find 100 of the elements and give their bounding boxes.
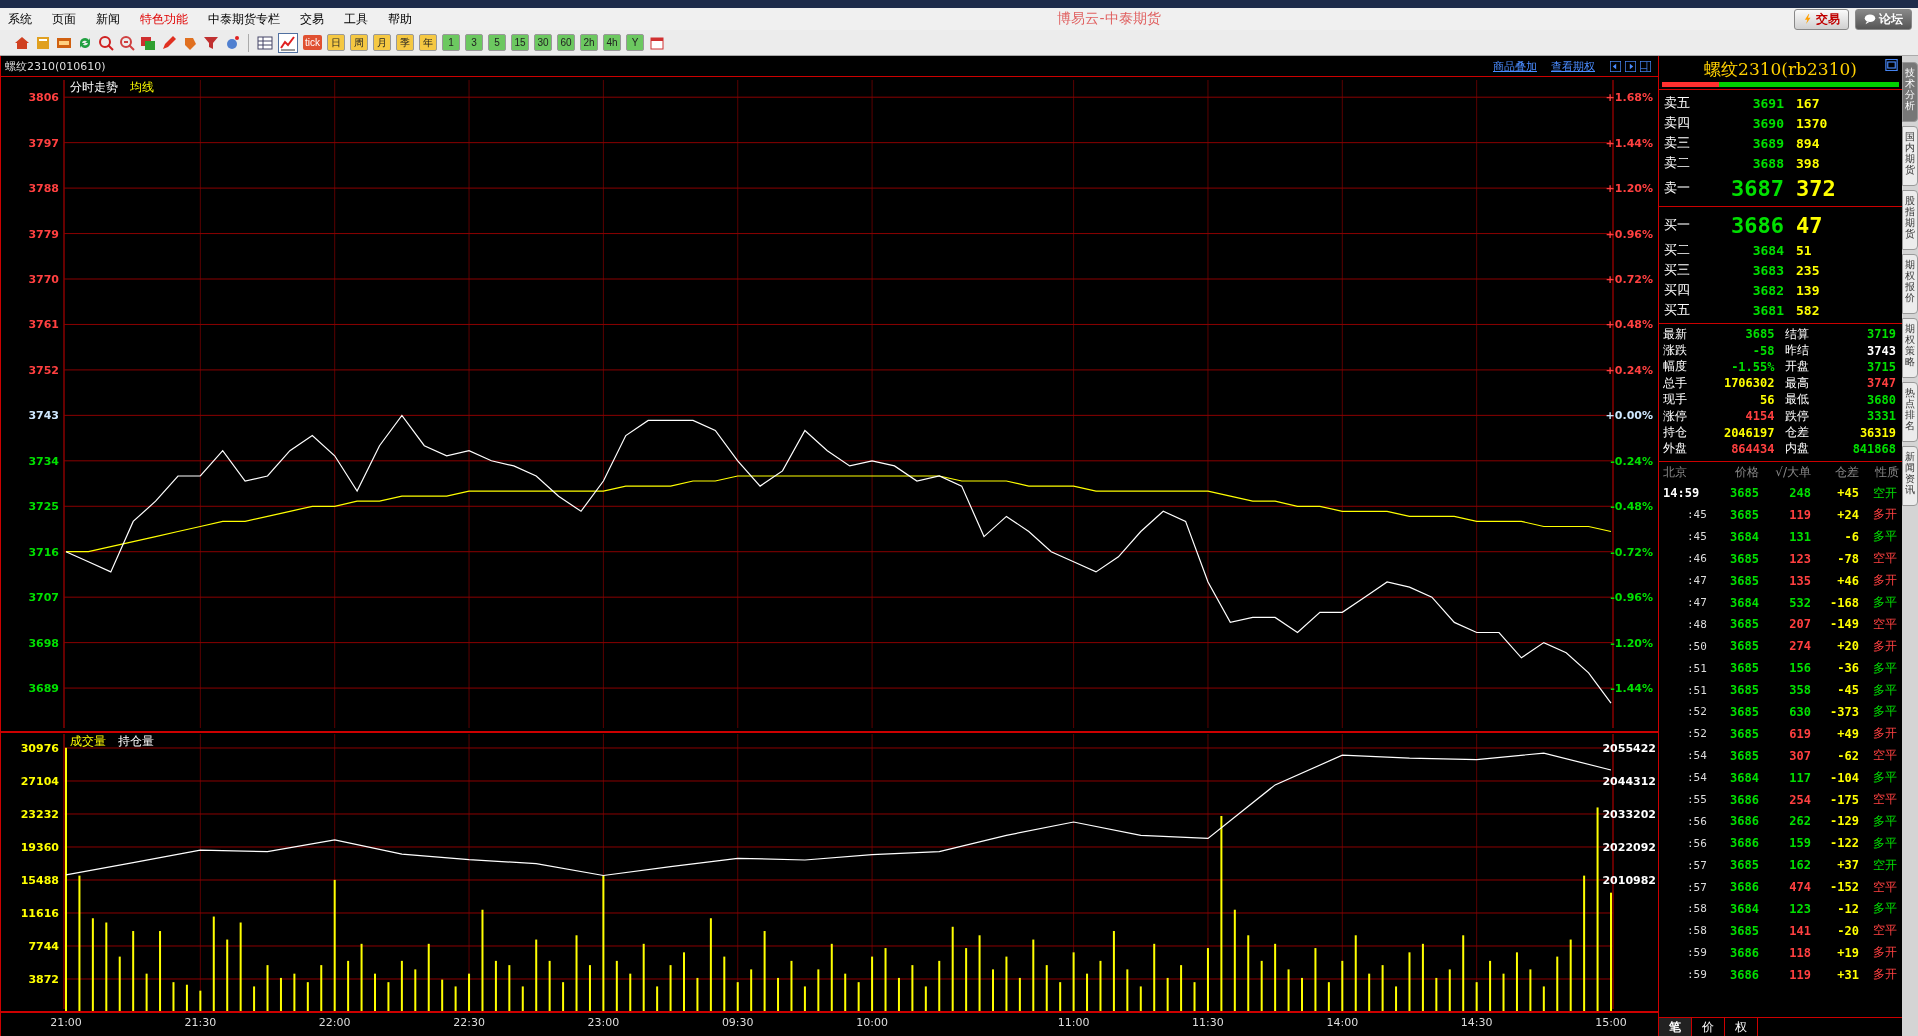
volume-bar xyxy=(1206,948,1209,1012)
order-level-label: 卖一 xyxy=(1663,179,1691,197)
calendar-icon[interactable] xyxy=(649,34,665,51)
menu-item[interactable]: 工具 xyxy=(336,10,380,28)
period-button[interactable]: 日 xyxy=(327,34,345,51)
tick-button[interactable]: tick xyxy=(303,35,322,50)
trade-time: :56 xyxy=(1686,814,1708,828)
trade-type: 空开 xyxy=(1872,856,1898,874)
line-chart-icon[interactable] xyxy=(278,32,298,53)
menu-item[interactable]: 新闻 xyxy=(88,10,132,28)
volume-bar xyxy=(1327,982,1330,1012)
volume-bar xyxy=(347,960,350,1012)
trade-time: :51 xyxy=(1686,661,1708,675)
trade-button[interactable]: 交易 xyxy=(1794,8,1849,30)
period-button[interactable]: 3 xyxy=(465,34,483,51)
percent-axis-label: -0.96% xyxy=(1610,591,1653,605)
open-interest-change: -62 xyxy=(1836,748,1859,763)
arrow-right-icon[interactable] xyxy=(1624,60,1637,72)
trade-time: :56 xyxy=(1686,836,1708,850)
side-tab[interactable]: 期权策略 xyxy=(1902,318,1918,378)
period-button[interactable]: 60 xyxy=(557,34,575,51)
period-button[interactable]: 周 xyxy=(350,34,368,51)
trade-type: 多平 xyxy=(1872,834,1898,852)
stat-value: 3685 xyxy=(1744,327,1776,342)
percent-axis-label: -0.72% xyxy=(1610,545,1653,559)
volume-bar xyxy=(266,965,269,1012)
period-button[interactable]: 15 xyxy=(511,34,529,51)
side-tab[interactable]: 热点排名 xyxy=(1902,382,1918,442)
order-price: 3681 xyxy=(1751,302,1784,318)
volume-bar xyxy=(844,973,847,1012)
period-button[interactable]: 4h xyxy=(603,34,621,51)
period-button[interactable]: 年 xyxy=(419,34,437,51)
trade-volume: 630 xyxy=(1788,704,1811,719)
percent-axis-label: -0.48% xyxy=(1610,500,1653,514)
open-interest-change: -122 xyxy=(1829,836,1859,851)
period-button[interactable]: 季 xyxy=(396,34,414,51)
volume-bar xyxy=(172,982,175,1012)
stat-value: 864434 xyxy=(1730,441,1776,456)
zoom-in-icon[interactable] xyxy=(98,34,114,51)
order-volume: 1370 xyxy=(1795,115,1828,131)
tab[interactable]: 笔 xyxy=(1659,1018,1692,1036)
stat-value: 3747 xyxy=(1866,376,1897,391)
volume-bar xyxy=(1435,977,1438,1012)
side-tab[interactable]: 新闻资讯 xyxy=(1902,446,1918,506)
tab[interactable]: 权 xyxy=(1725,1018,1758,1036)
menu-item[interactable]: 系统 xyxy=(0,10,44,28)
volume-bar xyxy=(441,979,444,1012)
column-header: 北京 xyxy=(1662,463,1688,481)
trade-type: 多开 xyxy=(1872,966,1898,984)
order-level-label: 卖四 xyxy=(1663,114,1691,132)
side-tab[interactable]: 技术分析 xyxy=(1902,62,1918,122)
filter-icon[interactable] xyxy=(203,34,219,51)
volume-bar xyxy=(1059,982,1062,1012)
pen-icon[interactable] xyxy=(161,34,177,51)
table-icon[interactable] xyxy=(257,34,273,51)
period-button[interactable]: 月 xyxy=(373,34,391,51)
period-button[interactable]: 1 xyxy=(442,34,460,51)
open-interest-change: -175 xyxy=(1829,792,1859,807)
period-button[interactable]: Y xyxy=(626,34,644,51)
trade-volume: 159 xyxy=(1788,836,1811,851)
side-tab[interactable]: 股指期货 xyxy=(1902,190,1918,250)
chart-link[interactable]: 查看期权 xyxy=(1551,58,1595,74)
volume-bar xyxy=(145,973,148,1012)
volume-bar xyxy=(306,982,309,1012)
layout-icon[interactable] xyxy=(1639,60,1652,72)
trade-price: 3685 xyxy=(1729,507,1759,522)
zoom-out-icon[interactable] xyxy=(119,34,135,51)
side-tab[interactable]: 国内期货 xyxy=(1902,126,1918,186)
price-axis-label: 3725 xyxy=(28,500,59,514)
restore-icon[interactable] xyxy=(1885,59,1898,71)
side-tab[interactable]: 期权报价 xyxy=(1902,254,1918,314)
volume-axis-label: 15488 xyxy=(20,874,59,887)
menu-item[interactable]: 中泰期货专栏 xyxy=(200,10,292,28)
open-interest-change: +24 xyxy=(1836,507,1859,522)
percent-axis-label: -1.20% xyxy=(1610,636,1653,650)
stat-label: 结算 xyxy=(1783,325,1810,343)
volume-bar xyxy=(656,986,659,1012)
window-icon[interactable] xyxy=(140,34,156,51)
stat-label: 最新 xyxy=(1662,325,1688,343)
volume-bar xyxy=(253,986,256,1012)
menu-item[interactable]: 页面 xyxy=(44,10,88,28)
period-button[interactable]: 2h xyxy=(580,34,598,51)
volume-bar xyxy=(669,965,672,1012)
home-icon[interactable] xyxy=(14,34,30,51)
tab[interactable]: 价 xyxy=(1692,1018,1725,1036)
period-button[interactable]: 30 xyxy=(534,34,552,51)
volume-bar xyxy=(1542,986,1545,1012)
stat-label: 开盘 xyxy=(1783,358,1810,376)
volume-bar xyxy=(1018,977,1021,1012)
order-volume: 47 xyxy=(1795,212,1823,238)
volume-bar xyxy=(1502,973,1505,1012)
stat-value: 4154 xyxy=(1744,409,1776,424)
menu-item[interactable]: 帮助 xyxy=(380,10,424,28)
menu-item[interactable]: 交易 xyxy=(292,10,336,28)
chart-link[interactable]: 商品叠加 xyxy=(1493,58,1537,74)
volume-bar xyxy=(830,943,833,1012)
forum-button[interactable]: 论坛 xyxy=(1855,8,1912,30)
period-button[interactable]: 5 xyxy=(488,34,506,51)
arrow-left-icon[interactable] xyxy=(1609,60,1622,72)
menu-item[interactable]: 特色功能 xyxy=(132,10,200,28)
